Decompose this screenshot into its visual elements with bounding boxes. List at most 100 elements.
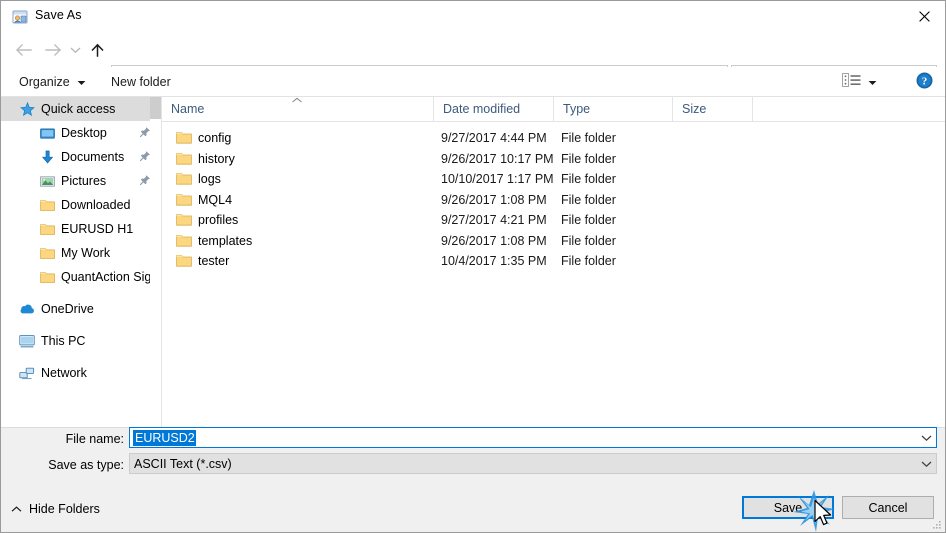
save-as-icon <box>12 9 28 25</box>
title-bar: Save As <box>1 1 945 32</box>
save-as-type-label: Save as type: <box>48 458 124 472</box>
save-as-type-value: ASCII Text (*.csv) <box>134 456 232 471</box>
cell-name: history <box>198 151 235 166</box>
sidebar-item-label: Downloaded <box>61 198 131 212</box>
sidebar-scrollbar[interactable] <box>150 97 161 427</box>
cancel-button-label: Cancel <box>868 500 908 515</box>
table-row[interactable]: config 9/27/2017 4:44 PM File folder <box>162 128 945 149</box>
table-row[interactable]: MQL4 9/26/2017 1:08 PM File folder <box>162 190 945 211</box>
hide-folders-button[interactable]: Hide Folders <box>11 502 100 516</box>
column-header-type[interactable]: Type <box>553 97 672 121</box>
sidebar-item-label: This PC <box>41 334 86 348</box>
folder-icon <box>39 245 55 261</box>
save-button[interactable]: Save <box>742 496 834 519</box>
sidebar-item-label: Desktop <box>61 126 107 140</box>
cell-type: File folder <box>561 131 616 146</box>
sidebar-item-documents[interactable]: Documents <box>1 145 161 169</box>
column-header-date-modified[interactable]: Date modified <box>433 97 553 121</box>
table-row[interactable]: templates 9/26/2017 1:08 PM File folder <box>162 231 945 252</box>
back-arrow-icon[interactable] <box>12 39 34 61</box>
cell-type: File folder <box>561 233 616 248</box>
this-pc-icon <box>19 333 35 349</box>
cell-type: File folder <box>561 213 616 228</box>
cell-date-modified: 10/10/2017 1:17 PM <box>441 172 554 187</box>
table-row[interactable]: logs 10/10/2017 1:17 PM File folder <box>162 169 945 190</box>
svg-text:?: ? <box>922 76 928 88</box>
cell-date-modified: 9/26/2017 1:08 PM <box>441 192 547 207</box>
file-name-chevron-down-icon[interactable] <box>921 428 932 447</box>
cell-name: config <box>198 131 232 146</box>
table-row[interactable]: profiles 9/27/2017 4:21 PM File folder <box>162 210 945 231</box>
close-button[interactable] <box>901 1 945 32</box>
help-icon: ? <box>916 72 933 92</box>
sidebar-item-downloaded[interactable]: Downloaded <box>1 193 161 217</box>
table-row[interactable]: history 9/26/2017 10:17 PM File folder <box>162 149 945 170</box>
folder-icon <box>39 269 55 285</box>
navigation-bar: « Roaming › MetaQuotes › Terminal › 9155… <box>1 32 945 87</box>
save-as-type-chevron-down-icon[interactable] <box>921 454 932 473</box>
resize-grip[interactable] <box>930 518 942 530</box>
cell-date-modified: 10/4/2017 1:35 PM <box>441 254 547 269</box>
column-header-name[interactable]: Name <box>162 97 433 121</box>
view-layout-icon <box>842 73 861 91</box>
file-list: Name Date modified Type Size config 9/27… <box>162 97 945 427</box>
sidebar-item-label: Pictures <box>61 174 107 188</box>
column-header-label: Size <box>682 102 707 116</box>
cell-name: MQL4 <box>198 192 233 207</box>
sidebar-item-eurusd-h1[interactable]: EURUSD H1 <box>1 217 161 241</box>
folder-icon <box>176 192 192 207</box>
change-view-button[interactable] <box>842 71 877 93</box>
chevron-up-icon <box>11 505 22 513</box>
folder-icon <box>176 151 192 166</box>
up-arrow-icon[interactable] <box>86 39 108 61</box>
sidebar-item-network[interactable]: Network <box>1 361 161 385</box>
hide-folders-label: Hide Folders <box>29 502 100 516</box>
documents-download-icon <box>39 149 55 165</box>
new-folder-label: New folder <box>111 75 171 89</box>
help-button[interactable]: ? <box>916 71 933 93</box>
organize-button[interactable]: Organize <box>13 72 92 92</box>
view-chevron-down-icon <box>868 75 877 89</box>
navigation-pane: Quick access Desktop Documents Pictures … <box>1 97 161 427</box>
sidebar-item-label: Quick access <box>41 102 116 116</box>
folder-icon <box>176 233 192 248</box>
sidebar-item-label: QuantAction Signal <box>61 270 161 284</box>
column-header-size[interactable]: Size <box>672 97 752 121</box>
folder-icon <box>176 253 192 268</box>
sidebar-scrollbar-thumb[interactable] <box>150 97 161 119</box>
cell-date-modified: 9/26/2017 10:17 PM <box>441 151 554 166</box>
cell-name: logs <box>198 172 221 187</box>
cell-type: File folder <box>561 192 616 207</box>
recent-locations-chevron-down-icon[interactable] <box>67 39 83 61</box>
cell-type: File folder <box>561 172 616 187</box>
sidebar-item-label: OneDrive <box>41 302 94 316</box>
onedrive-icon <box>19 301 35 317</box>
desktop-icon <box>39 125 55 141</box>
new-folder-button[interactable]: New folder <box>105 72 177 92</box>
table-row[interactable]: tester 10/4/2017 1:35 PM File folder <box>162 251 945 272</box>
sidebar-item-quick-access[interactable]: Quick access <box>1 97 161 121</box>
cell-date-modified: 9/26/2017 1:08 PM <box>441 233 547 248</box>
column-header-filler <box>752 97 945 121</box>
folder-icon <box>176 212 192 227</box>
cell-date-modified: 9/27/2017 4:21 PM <box>441 213 547 228</box>
sidebar-item-label: Network <box>41 366 87 380</box>
sidebar-item-desktop[interactable]: Desktop <box>1 121 161 145</box>
file-name-input[interactable]: EURUSD2 <box>129 427 937 448</box>
chevron-down-icon <box>77 75 86 89</box>
sidebar-item-quantaction-signal[interactable]: QuantAction Signal <box>1 265 161 289</box>
sidebar-item-onedrive[interactable]: OneDrive <box>1 297 161 321</box>
sidebar-item-label: Documents <box>61 150 125 164</box>
sidebar-item-this-pc[interactable]: This PC <box>1 329 161 353</box>
sidebar-item-label: EURUSD H1 <box>61 222 134 236</box>
cell-type: File folder <box>561 254 616 269</box>
cancel-button[interactable]: Cancel <box>842 496 934 519</box>
save-as-type-select[interactable]: ASCII Text (*.csv) <box>129 453 937 474</box>
cell-date-modified: 9/27/2017 4:44 PM <box>441 131 547 146</box>
sidebar-item-my-work[interactable]: My Work <box>1 241 161 265</box>
sidebar-item-pictures[interactable]: Pictures <box>1 169 161 193</box>
forward-arrow-icon[interactable] <box>42 39 64 61</box>
star-icon <box>19 101 35 117</box>
